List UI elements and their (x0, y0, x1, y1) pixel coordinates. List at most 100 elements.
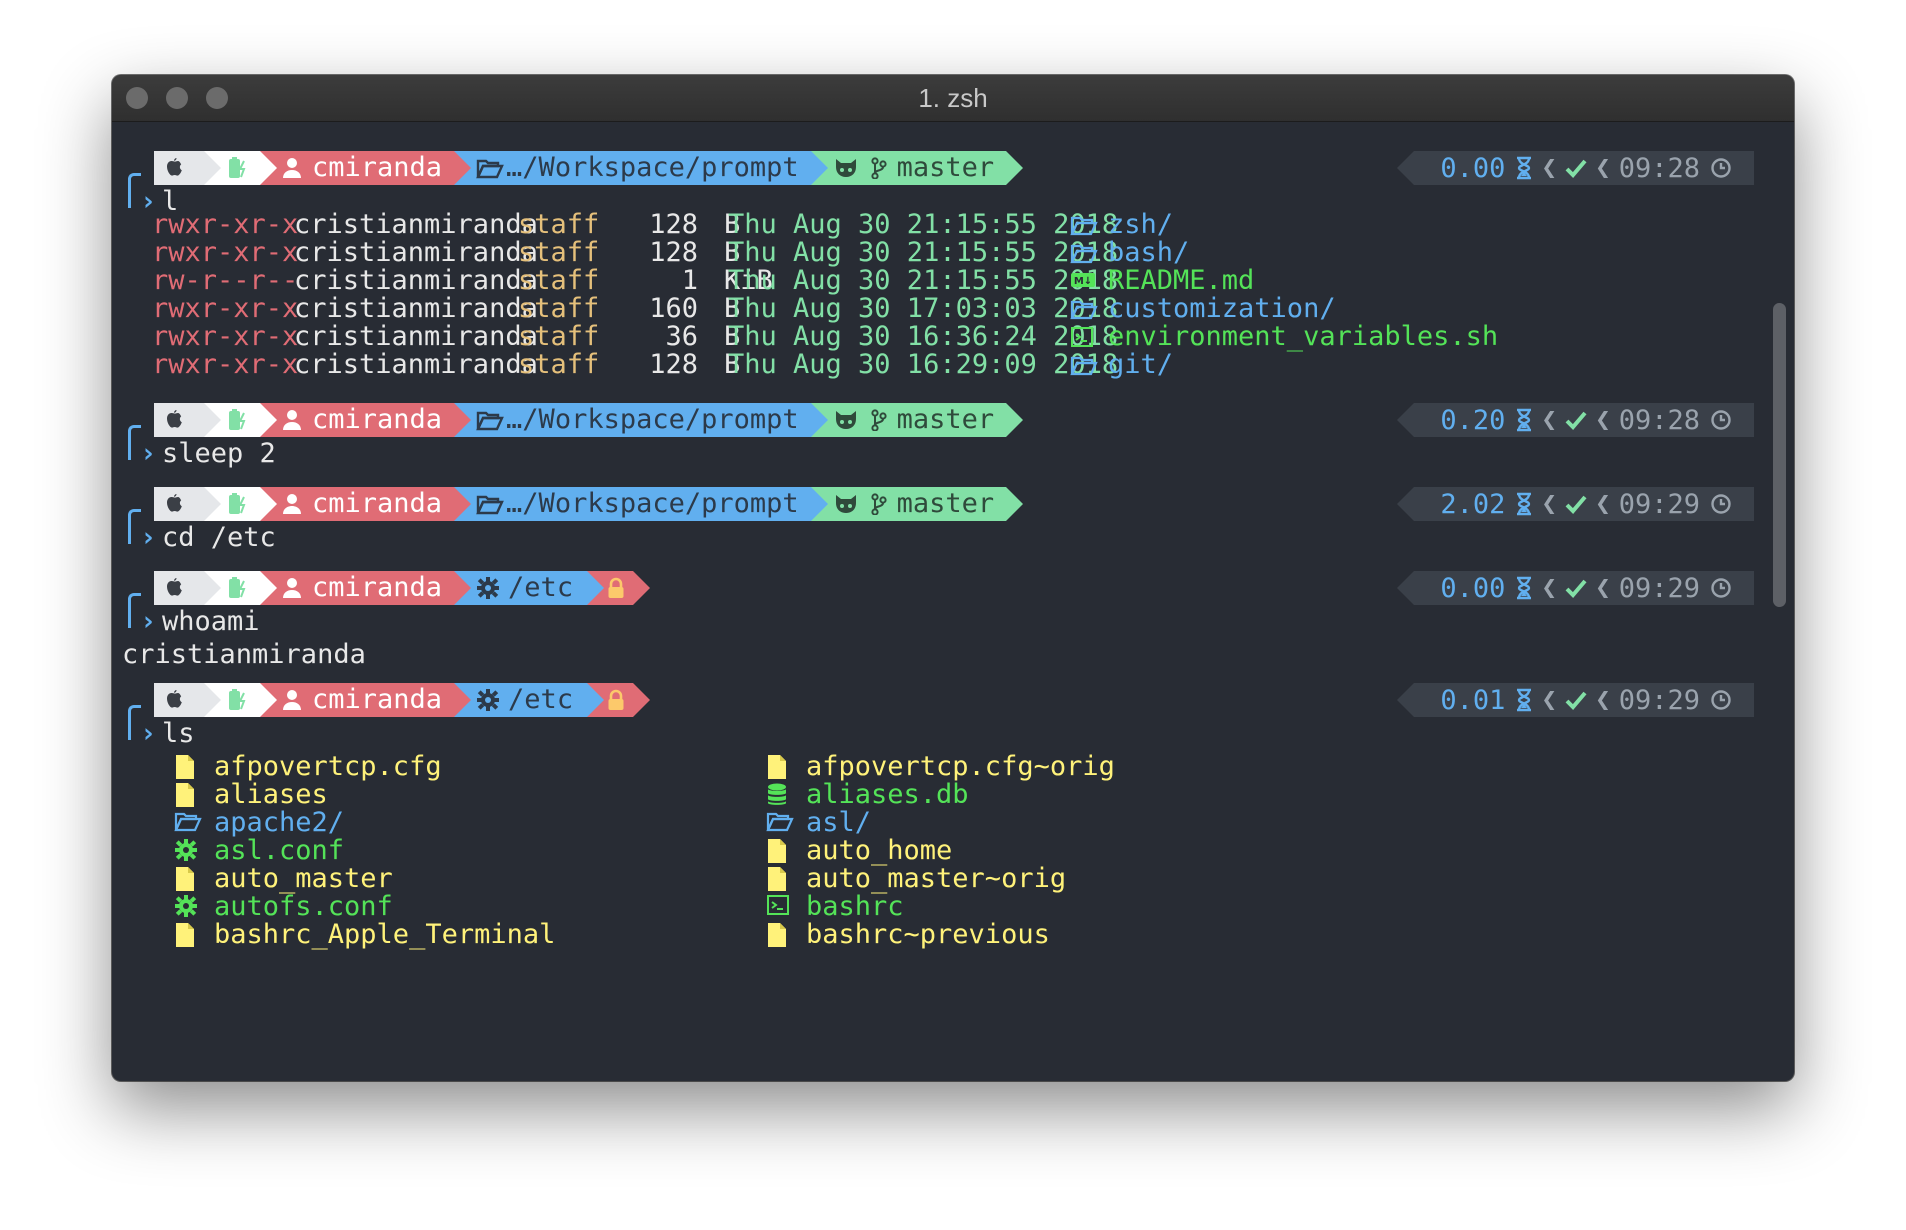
prompt-time: 09:28 (1618, 152, 1700, 184)
prompt-line: cmiranda …/Workspace/prompt master 0.20 ❮ ❮ 09… (112, 403, 1794, 469)
clock-icon (1710, 493, 1732, 515)
user-icon (282, 689, 302, 711)
gear-dark-icon (476, 688, 500, 712)
modified-date: Thu Aug 30 17:03:03 2018 (728, 293, 1119, 324)
ls-file-name[interactable]: autofs.conf (214, 893, 393, 921)
branch-icon (871, 157, 887, 179)
ls-file-name[interactable]: auto_home (806, 837, 952, 865)
current-directory: …/Workspace/prompt (506, 488, 799, 519)
terminal-icon (766, 894, 790, 916)
clock-icon (1710, 689, 1732, 711)
command-duration: 2.02 (1440, 488, 1506, 520)
file-size: 36 (665, 321, 698, 352)
terminal-window: 1. zsh cmiranda …/Workspace/prompt master 0… (112, 75, 1794, 1081)
user-segment: cmiranda (260, 683, 472, 717)
scrollbar[interactable] (1766, 121, 1794, 1081)
lock-icon (607, 689, 625, 711)
branch-icon (871, 409, 887, 431)
file-size: 160 (649, 293, 698, 324)
status-segment: 2.02 ❮ ❮ 09:29 (1397, 487, 1754, 521)
current-directory: /etc (508, 684, 574, 715)
status-segment: 0.00 ❮ ❮ 09:29 (1397, 571, 1754, 605)
ls-file-name[interactable]: asl/ (806, 809, 871, 837)
battery-icon (226, 492, 248, 516)
username: cmiranda (312, 152, 443, 183)
owner: cristianmiranda (294, 237, 538, 268)
ls-file-name[interactable]: bashrc_Apple_Terminal (214, 921, 555, 949)
clock-icon (1710, 577, 1732, 599)
user-icon (282, 157, 302, 179)
prompt-line: cmiranda/etc 0.00 ❮ ❮ 09:29 › whoami (112, 571, 1794, 637)
folder-open-dark-icon (476, 409, 504, 431)
clock-icon (1710, 157, 1732, 179)
modified-date: Thu Aug 30 21:15:55 2018 (728, 237, 1119, 268)
file-name[interactable]: bash/ (1108, 239, 1189, 267)
file-size: 128 (649, 237, 698, 268)
file-name[interactable]: environment_variables.sh (1108, 323, 1498, 351)
scrollbar-thumb[interactable] (1773, 303, 1786, 607)
ls-file-name[interactable]: aliases (214, 781, 328, 809)
command-duration: 0.00 (1440, 152, 1506, 184)
github-icon (833, 493, 859, 515)
prompt-arrow-icon: › (140, 438, 157, 469)
ls-file-name[interactable]: asl.conf (214, 837, 344, 865)
file-icon (174, 782, 196, 808)
apple-icon (164, 577, 184, 599)
group: staff (518, 321, 600, 352)
prompt-line: cmiranda …/Workspace/prompt master 2.02 ❮ ❮ 09… (112, 487, 1794, 553)
folder-open-dark-icon (476, 157, 504, 179)
ls-file-name[interactable]: auto_master (214, 865, 393, 893)
file-size: 128 (649, 209, 698, 240)
directory-segment: …/Workspace/prompt (454, 487, 828, 521)
file-size: 128 (649, 349, 698, 380)
svg-text:M↓: M↓ (1074, 276, 1092, 287)
current-directory: …/Workspace/prompt (506, 152, 799, 183)
check-icon (1565, 690, 1587, 710)
permissions: rw-r--r-- (152, 265, 299, 296)
file-name[interactable]: zsh/ (1108, 211, 1173, 239)
ls-file-name[interactable]: auto_master~orig (806, 865, 1066, 893)
file-icon (766, 922, 788, 948)
directory-segment: …/Workspace/prompt (454, 151, 828, 185)
listing-row: rwxr-xr-x cristianmiranda staff 160 B Thu Aug… (112, 295, 1794, 323)
directory-segment: …/Workspace/prompt (454, 403, 828, 437)
ls-file-name[interactable]: afpovertcp.cfg~orig (806, 753, 1115, 781)
ls-file-name[interactable]: afpovertcp.cfg (214, 753, 442, 781)
owner: cristianmiranda (294, 293, 538, 324)
branch-icon (871, 493, 887, 515)
prompt-time: 09:28 (1618, 404, 1700, 436)
file-name[interactable]: customization/ (1108, 295, 1336, 323)
chevron-left-icon: ❮ (1541, 685, 1558, 715)
ls-file-name[interactable]: bashrc~previous (806, 921, 1050, 949)
terminal-content[interactable]: cmiranda …/Workspace/prompt master 0.00 ❮ ❮ 09… (112, 121, 1794, 1081)
git-segment: master (810, 403, 1023, 437)
github-icon (833, 409, 859, 431)
lock-icon (607, 577, 625, 599)
chevron-left-icon: ❮ (1541, 489, 1558, 519)
group: staff (518, 265, 600, 296)
file-size: 1 (681, 265, 698, 296)
prompt-line: cmiranda …/Workspace/prompt master 0.00 ❮ ❮ 09… (112, 151, 1794, 217)
command-duration: 0.00 (1440, 572, 1506, 604)
file-name[interactable]: README.md (1108, 267, 1254, 295)
ls-file-name[interactable]: apache2/ (214, 809, 344, 837)
chevron-left-icon: ❮ (1595, 489, 1611, 519)
user-segment: cmiranda (260, 403, 472, 437)
user-icon (282, 577, 302, 599)
owner: cristianmiranda (294, 265, 538, 296)
file-icon (174, 866, 196, 892)
ls-file-name[interactable]: aliases.db (806, 781, 969, 809)
file-icon (766, 866, 788, 892)
command-duration: 0.01 (1440, 684, 1506, 716)
file-icon (174, 754, 196, 780)
status-segment: 0.01 ❮ ❮ 09:29 (1397, 683, 1754, 717)
file-name[interactable]: git/ (1108, 351, 1173, 379)
hourglass-icon (1515, 576, 1533, 600)
git-branch: master (896, 152, 995, 183)
clock-icon (1710, 409, 1732, 431)
permissions: rwxr-xr-x (152, 293, 299, 324)
ls-row: autofs.conf bashrc (112, 893, 1794, 921)
ls-file-name[interactable]: bashrc (806, 893, 904, 921)
apple-icon (164, 409, 184, 431)
listing-row: rwxr-xr-x cristianmiranda staff 128 B Thu Aug… (112, 211, 1794, 239)
